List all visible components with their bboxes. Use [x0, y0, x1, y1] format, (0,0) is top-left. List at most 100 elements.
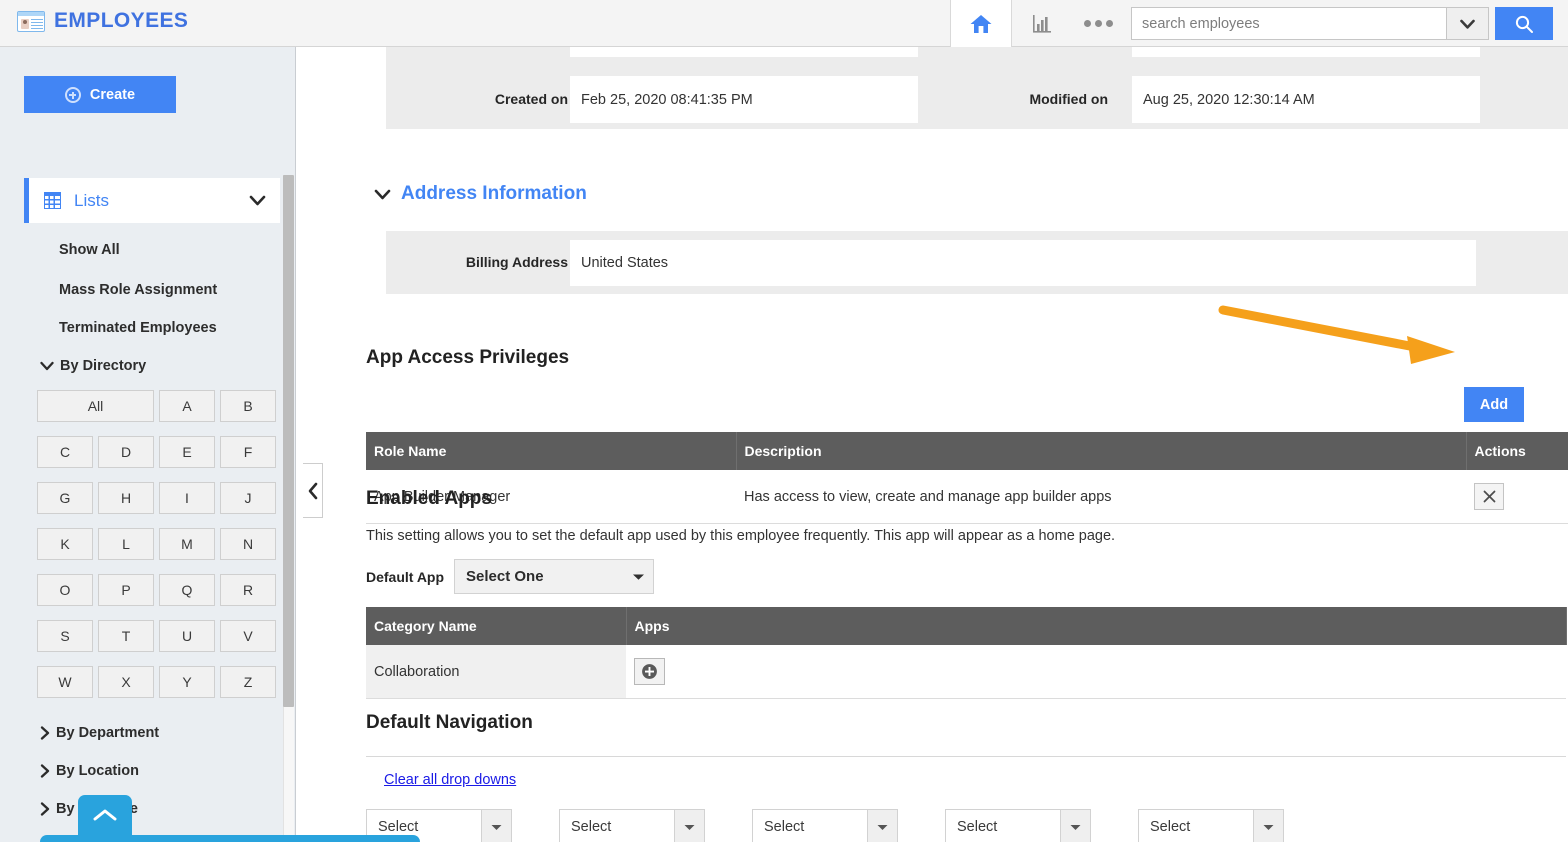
remove-role-button[interactable] — [1474, 483, 1504, 510]
plus-circle-icon — [642, 664, 657, 679]
sidebar-group-by-department[interactable]: By Department — [40, 725, 159, 741]
enabled-apps-table: Category Name Apps Collaboration — [366, 607, 1567, 699]
more-menu-button[interactable] — [1075, 0, 1121, 47]
plus-circle-icon — [64, 86, 81, 103]
letter-filter-y[interactable]: Y — [159, 666, 215, 698]
sidebar-group-by-directory[interactable]: By Directory — [40, 358, 146, 374]
letter-filter-x[interactable]: X — [98, 666, 154, 698]
top-bar: EMPLOYEES — [0, 0, 1568, 47]
sidebar-item-mass-role-assignment[interactable]: Mass Role Assignment — [59, 282, 217, 298]
nav-select-5[interactable]: Select — [1138, 809, 1284, 842]
letter-filter-o[interactable]: O — [37, 574, 93, 606]
grid-icon — [44, 192, 61, 209]
letter-filter-q[interactable]: Q — [159, 574, 215, 606]
letter-filter-e[interactable]: E — [159, 436, 215, 468]
app-access-privileges-title: App Access Privileges — [366, 347, 570, 368]
letter-filter-k[interactable]: K — [37, 528, 93, 560]
field-above-modified[interactable] — [1132, 47, 1480, 57]
letter-filter-r[interactable]: R — [220, 574, 276, 606]
modified-on-value[interactable] — [1132, 76, 1480, 123]
created-on-value[interactable] — [570, 76, 918, 123]
default-navigation-title: Default Navigation — [366, 712, 533, 733]
letter-filter-h[interactable]: H — [98, 482, 154, 514]
sidebar-group-by-location[interactable]: By Location — [40, 763, 139, 779]
sidebar-section-lists-label: Lists — [74, 190, 109, 210]
create-button[interactable]: Create — [24, 76, 176, 113]
address-information-section-header[interactable]: Address Information — [374, 183, 587, 205]
chevron-down-icon — [674, 810, 704, 842]
record-meta-panel: Created on Modified on — [386, 47, 1568, 129]
sidebar-scrollbar-thumb[interactable] — [283, 175, 294, 707]
modified-on-label: Modified on — [1029, 91, 1108, 107]
nav-select-4-value: Select — [957, 819, 998, 835]
letter-filter-c[interactable]: C — [37, 436, 93, 468]
left-sidebar: Create Lists Show All Mass Role Assignme… — [0, 47, 296, 842]
search-input[interactable] — [1132, 8, 1446, 39]
nav-select-2[interactable]: Select — [559, 809, 705, 842]
cell-actions — [1466, 470, 1568, 524]
letter-filter-u[interactable]: U — [159, 620, 215, 652]
letter-filter-f[interactable]: F — [220, 436, 276, 468]
nav-select-3[interactable]: Select — [752, 809, 898, 842]
letter-filter-z[interactable]: Z — [220, 666, 276, 698]
letter-filter-p[interactable]: P — [98, 574, 154, 606]
chevron-down-icon — [623, 573, 653, 581]
sidebar-group-by-location-label: By Location — [56, 763, 139, 779]
sidebar-section-lists[interactable]: Lists — [24, 178, 280, 223]
letter-filter-i[interactable]: I — [159, 482, 215, 514]
chevron-down-icon — [1060, 810, 1090, 842]
clear-all-dropdowns-link[interactable]: Clear all drop downs — [384, 772, 516, 788]
column-actions: Actions — [1466, 432, 1568, 470]
letter-filter-v[interactable]: V — [220, 620, 276, 652]
search-icon — [1515, 15, 1533, 33]
sidebar-item-show-all[interactable]: Show All — [59, 242, 120, 258]
default-app-dropdown[interactable]: Select One — [454, 559, 654, 594]
address-panel: Billing Address — [386, 231, 1568, 294]
table-header-row: Role Name Description Actions — [366, 432, 1568, 470]
nav-select-1-value: Select — [378, 819, 419, 835]
sidebar-collapse-handle[interactable] — [303, 463, 323, 518]
nav-select-4[interactable]: Select — [945, 809, 1091, 842]
letter-filter-s[interactable]: S — [37, 620, 93, 652]
chevron-down-icon — [249, 193, 266, 209]
search-scope-dropdown[interactable] — [1446, 8, 1488, 39]
section-divider — [366, 756, 1566, 757]
letter-filter-l[interactable]: L — [98, 528, 154, 560]
created-on-label: Created on — [494, 91, 568, 107]
home-button[interactable] — [950, 0, 1012, 47]
search-button[interactable] — [1495, 7, 1553, 40]
employee-badge-icon — [17, 10, 45, 32]
app-title: EMPLOYEES — [54, 9, 189, 32]
app-access-privileges-table: Role Name Description Actions App Builde… — [366, 432, 1568, 524]
letter-filter-a[interactable]: A — [159, 390, 215, 422]
letter-filter-w[interactable]: W — [37, 666, 93, 698]
letter-filter-g[interactable]: G — [37, 482, 93, 514]
letter-filter-n[interactable]: N — [220, 528, 276, 560]
reports-button[interactable] — [1022, 0, 1062, 47]
letter-filter-b[interactable]: B — [220, 390, 276, 422]
enabled-apps-title: Enabled Apps — [366, 488, 492, 509]
add-button[interactable]: Add — [1464, 387, 1524, 422]
table-header-row: Category Name Apps — [366, 607, 1567, 645]
directory-letter-grid: All A B C D E F G H I J K L M N O P Q R … — [37, 390, 279, 698]
field-above-created[interactable] — [570, 47, 918, 57]
letter-filter-m[interactable]: M — [159, 528, 215, 560]
letter-filter-all[interactable]: All — [37, 390, 154, 422]
chevron-down-icon — [40, 361, 54, 371]
nav-select-5-value: Select — [1150, 819, 1191, 835]
app-brand: EMPLOYEES — [17, 9, 188, 33]
add-app-button[interactable] — [634, 658, 665, 685]
more-ellipsis-icon — [1083, 20, 1113, 27]
chevron-down-icon — [1460, 19, 1475, 29]
chat-expand-button[interactable] — [78, 795, 132, 842]
create-button-label: Create — [89, 86, 136, 103]
sidebar-group-by-directory-label: By Directory — [60, 358, 147, 374]
billing-address-value[interactable] — [570, 240, 1476, 286]
letter-filter-j[interactable]: J — [220, 482, 276, 514]
letter-filter-d[interactable]: D — [98, 436, 154, 468]
chevron-down-icon — [1253, 810, 1283, 842]
letter-filter-t[interactable]: T — [98, 620, 154, 652]
chevron-down-icon — [374, 189, 391, 199]
chevron-right-icon — [40, 726, 50, 740]
sidebar-item-terminated-employees[interactable]: Terminated Employees — [59, 320, 217, 336]
